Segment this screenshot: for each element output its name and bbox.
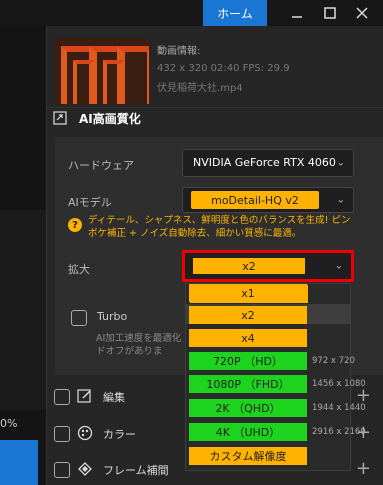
turbo-label: Turbo	[97, 310, 128, 323]
enhance-icon	[53, 111, 67, 125]
chevron-down-icon: ⌄	[336, 157, 345, 169]
expand-icon[interactable]: +	[356, 458, 371, 479]
scale-option-x2[interactable]: x2	[189, 306, 307, 324]
hardware-value: NVIDIA GeForce RTX 4060	[193, 156, 336, 169]
scale-option-4k[interactable]: 4K （UHD）	[189, 423, 307, 441]
option-resolution: 2916 x 2160	[312, 427, 366, 437]
video-thumbnail[interactable]	[55, 38, 149, 104]
scale-option-x4[interactable]: x4	[189, 329, 307, 347]
video-meta: 432 x 320 02:40 FPS: 29.9	[157, 63, 290, 74]
export-button[interactable]	[0, 440, 38, 485]
model-description: ディテール、シャプネス、鮮明度と色のバランスを生成! ピンボケ補正 + ノイズ自…	[88, 215, 351, 239]
scale-label: 拡大	[68, 263, 90, 276]
hardware-label: ハードウェア	[68, 159, 134, 172]
scale-value: x2	[193, 258, 305, 274]
scale-option-x1[interactable]: x1	[189, 284, 307, 302]
edit-icon	[77, 388, 95, 406]
model-select[interactable]: moDetail-HQ v2 ⌄	[182, 187, 354, 213]
turbo-checkbox[interactable]	[71, 310, 87, 326]
frame-interp-checkbox[interactable]	[54, 462, 70, 478]
chevron-down-icon: ⌄	[336, 194, 345, 206]
frames-icon	[77, 461, 95, 479]
home-button[interactable]: ホーム	[203, 0, 267, 26]
color-checkbox[interactable]	[54, 426, 70, 442]
palette-icon	[77, 425, 95, 443]
scale-option-2k[interactable]: 2K （QHD）	[189, 399, 307, 417]
hardware-select[interactable]: NVIDIA GeForce RTX 4060 ⌄	[182, 149, 354, 177]
model-label: AIモデル	[68, 196, 112, 209]
section-label: カラー	[103, 428, 136, 441]
option-resolution: 1944 x 1440	[312, 403, 366, 413]
ai-section-title: AI高画質化	[79, 112, 141, 126]
chevron-down-icon: ⌄	[334, 260, 343, 272]
help-icon[interactable]: ?	[68, 218, 82, 232]
minimize-icon[interactable]	[283, 0, 311, 26]
section-label: 編集	[103, 391, 125, 404]
option-resolution: 1456 x 1080	[312, 379, 366, 389]
scale-option-custom[interactable]: カスタム解像度	[189, 447, 307, 465]
close-icon[interactable]	[348, 0, 376, 26]
model-value: moDetail-HQ v2	[191, 191, 319, 209]
maximize-icon[interactable]	[316, 0, 344, 26]
panel-divider	[46, 26, 47, 485]
option-resolution: 972 x 720	[312, 356, 355, 366]
video-info-title: 動画情報:	[157, 46, 201, 57]
scale-options: x1 x2 x4 720P （HD） 972 x 720 1080P （FHD）…	[185, 283, 366, 471]
scale-option-1080p[interactable]: 1080P （FHD）	[189, 375, 307, 393]
edit-checkbox[interactable]	[54, 389, 70, 405]
separator	[47, 107, 383, 108]
video-filename: 伏見稲荷大社.mp4	[157, 83, 243, 94]
scale-option-720p[interactable]: 720P （HD）	[189, 352, 307, 370]
section-label: フレーム補間	[103, 464, 169, 477]
scale-select[interactable]: x2 ⌄	[182, 250, 354, 282]
zoom-level[interactable]: 0%	[0, 417, 17, 430]
